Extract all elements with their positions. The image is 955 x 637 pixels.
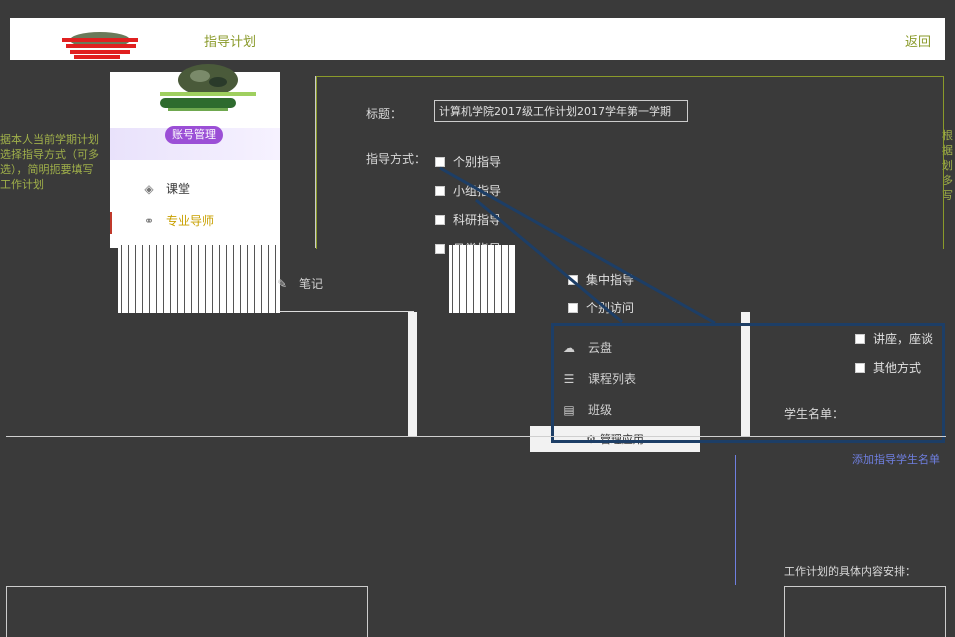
annotation-lines: [439, 166, 716, 325]
student-list-label: 学生名单：: [784, 407, 845, 421]
plan-textarea-right[interactable]: [784, 586, 946, 637]
section-divider: [6, 436, 946, 437]
plan-textarea-left[interactable]: [6, 586, 368, 637]
add-students-link[interactable]: 添加指导学生名单: [852, 451, 940, 467]
plan-content-label: 工作计划的具体内容安排：: [784, 565, 916, 578]
